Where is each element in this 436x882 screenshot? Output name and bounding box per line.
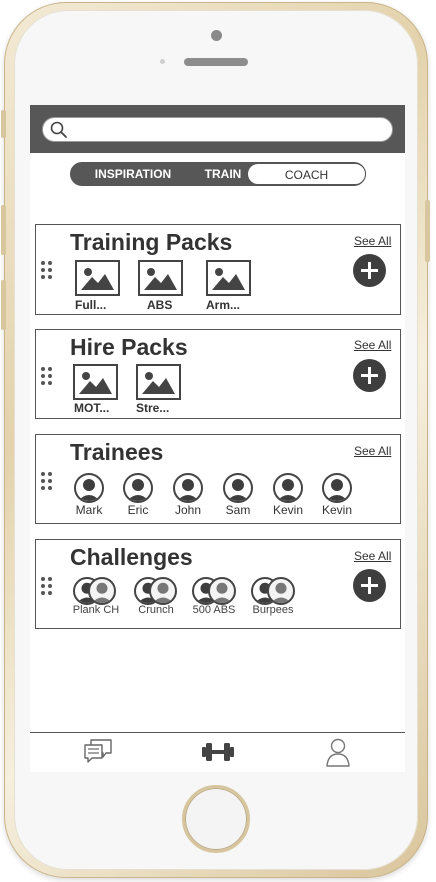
hire-packs-section: Hire Packs See All MOT... Stre... [35, 329, 401, 419]
trainee-name: Mark [75, 503, 103, 517]
challenge-name: Plank CH [72, 604, 120, 616]
trainee-name: Eric [127, 503, 149, 517]
avatar[interactable] [123, 473, 153, 503]
tab-coach[interactable]: COACH [247, 163, 366, 185]
dumbbell-icon[interactable] [201, 741, 235, 763]
section-title: Challenges [70, 544, 193, 570]
tab-train[interactable]: TRAIN [195, 163, 251, 185]
volume-down-button [1, 280, 6, 330]
pack-label: Arm... [206, 298, 241, 312]
mode-segmented-control: INSPIRATION TRAIN COACH [70, 162, 366, 186]
image-placeholder-icon[interactable] [138, 260, 183, 296]
tab-inspiration[interactable]: INSPIRATION [79, 163, 187, 185]
profile-icon[interactable] [326, 737, 350, 767]
trainee-name: Kevin [321, 503, 353, 517]
add-hire-pack-button[interactable] [353, 359, 386, 392]
drag-handle-icon[interactable] [41, 472, 55, 492]
group-icon[interactable] [267, 577, 295, 605]
challenge-name: Crunch [138, 604, 174, 616]
image-placeholder-icon[interactable] [75, 260, 120, 296]
challenge-name: Burpees [252, 604, 294, 616]
see-all-link[interactable]: See All [354, 338, 391, 352]
mute-switch [1, 110, 6, 138]
trainee-name: Sam [225, 503, 251, 517]
pack-label: MOT... [74, 401, 110, 415]
group-icon[interactable] [149, 577, 177, 605]
avatar[interactable] [74, 473, 104, 503]
search-icon [50, 121, 67, 138]
see-all-link[interactable]: See All [354, 549, 391, 563]
chat-icon[interactable] [82, 737, 114, 765]
volume-up-button [1, 205, 6, 255]
avatar[interactable] [273, 473, 303, 503]
front-camera [211, 30, 222, 41]
pack-label: Full... [75, 298, 107, 312]
section-title: Hire Packs [70, 334, 188, 360]
image-placeholder-icon[interactable] [206, 260, 251, 296]
challenges-section: Challenges See All Plank CH Crunch 500 A… [35, 539, 401, 629]
drag-handle-icon[interactable] [41, 261, 55, 281]
challenge-name: 500 ABS [192, 604, 236, 616]
section-title: Training Packs [70, 229, 233, 255]
training-packs-section: Training Packs See All Full... ABS Arm..… [35, 224, 401, 315]
home-button[interactable] [182, 785, 250, 853]
earpiece-speaker [184, 58, 248, 66]
power-button [425, 200, 430, 262]
image-placeholder-icon[interactable] [136, 364, 181, 400]
avatar[interactable] [223, 473, 253, 503]
drag-handle-icon[interactable] [41, 577, 55, 597]
image-placeholder-icon[interactable] [73, 364, 118, 400]
avatar[interactable] [173, 473, 203, 503]
group-icon[interactable] [208, 577, 236, 605]
section-title: Trainees [70, 439, 164, 465]
avatar[interactable] [322, 473, 352, 503]
proximity-sensor [160, 59, 165, 64]
app-screen: INSPIRATION TRAIN COACH Training Packs S… [30, 105, 405, 772]
search-input[interactable] [42, 117, 393, 142]
trainees-section: Trainees See All Mark Eric John Sam Kevi… [35, 434, 401, 524]
see-all-link[interactable]: See All [354, 234, 391, 248]
bottom-tab-bar [30, 732, 405, 772]
see-all-link[interactable]: See All [354, 444, 391, 458]
drag-handle-icon[interactable] [41, 367, 55, 387]
pack-label: ABS [147, 298, 173, 312]
group-icon[interactable] [88, 577, 116, 605]
trainee-name: John [174, 503, 202, 517]
search-bar [30, 105, 405, 153]
add-training-pack-button[interactable] [353, 254, 386, 287]
add-challenge-button[interactable] [353, 569, 386, 602]
pack-label: Stre... [136, 401, 170, 415]
trainee-name: Kevin [272, 503, 304, 517]
